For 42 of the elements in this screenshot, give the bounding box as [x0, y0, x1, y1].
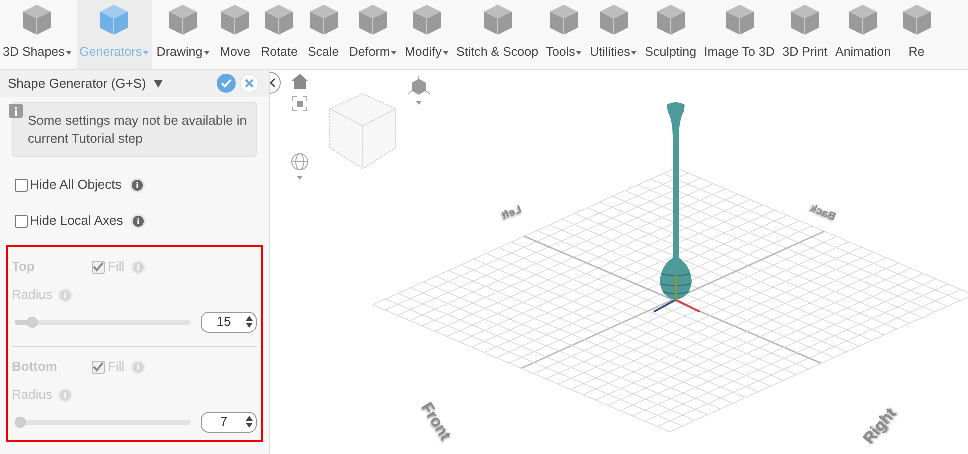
checkbox-label: Hide Local Axes [30, 212, 124, 230]
toolbar-button[interactable]: Stitch & Scoop [454, 0, 542, 69]
toolbar-button[interactable]: Deform [346, 0, 400, 69]
close-button[interactable] [240, 74, 259, 93]
spinner-icon[interactable] [246, 316, 253, 328]
toolbar-button[interactable]: Scale [302, 0, 345, 69]
spinner-icon[interactable] [246, 416, 253, 428]
toolbar-button[interactable]: 3D Shapes [0, 0, 75, 69]
slider[interactable] [15, 416, 191, 428]
panel-title: Shape Generator (G+S) [8, 74, 146, 93]
caret-icon[interactable] [154, 80, 164, 88]
chevron-left-icon [270, 78, 276, 88]
home-icon[interactable] [292, 74, 308, 89]
check-icon [221, 79, 232, 88]
checkbox[interactable] [15, 178, 28, 192]
axis-label: Left [500, 202, 525, 224]
toolbar-button[interactable]: Animation [832, 0, 894, 69]
toolbar-button[interactable]: Re [896, 0, 938, 69]
info-icon[interactable] [130, 178, 145, 192]
toolbar-button[interactable]: Sculpting [642, 0, 700, 69]
notice-text: Some settings may not be available in current Tutorial step [28, 112, 248, 148]
close-icon [245, 79, 254, 88]
info-icon[interactable] [131, 214, 146, 228]
checkbox[interactable] [15, 214, 28, 228]
perspective-icon[interactable] [408, 76, 430, 106]
focus-icon[interactable] [292, 96, 308, 112]
toolbar-button[interactable]: Modify [402, 0, 452, 69]
toolbar-button[interactable]: Utilities [587, 0, 640, 69]
slider[interactable] [15, 316, 191, 328]
toolbar-button[interactable]: Rotate [258, 0, 301, 69]
globe-icon[interactable] [291, 153, 309, 181]
axis-label: Back [808, 202, 838, 226]
view-cube-icon[interactable] [328, 92, 398, 172]
toolbar-button[interactable]: Image To 3D [701, 0, 778, 69]
info-icon [9, 104, 23, 118]
toolbar-button[interactable]: 3D Print [780, 0, 831, 69]
axes-drawing [654, 299, 700, 313]
toolbar-button[interactable]: Drawing [154, 0, 213, 69]
toolbar-button[interactable]: Move [214, 0, 256, 69]
toolbar-button[interactable]: Tools [543, 0, 586, 69]
confirm-button[interactable] [217, 74, 236, 93]
checkbox-label: Hide All Objects [30, 176, 122, 194]
